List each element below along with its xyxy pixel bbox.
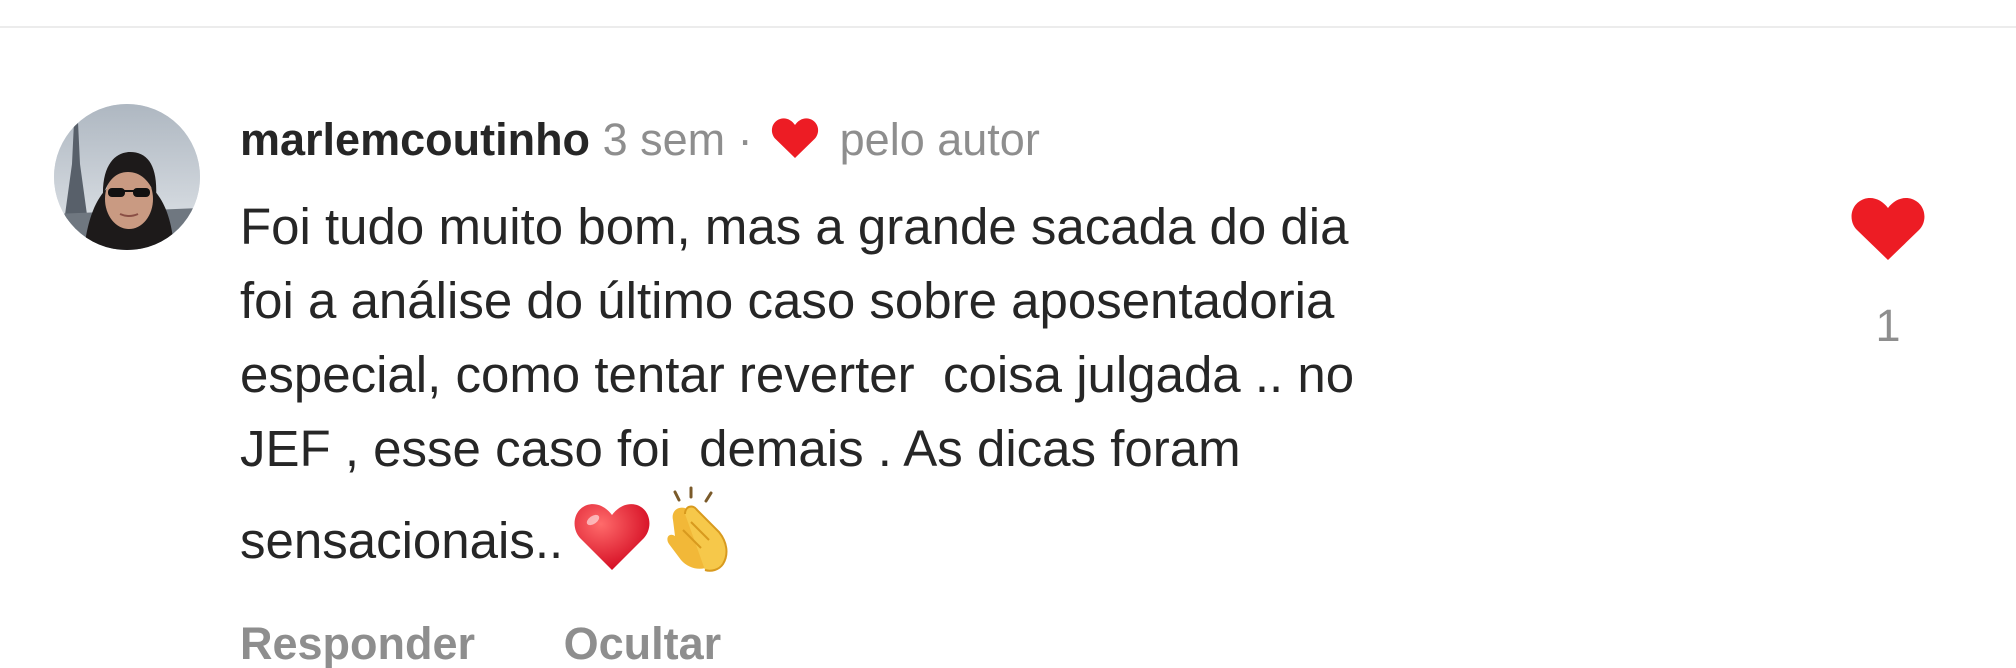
comment-text: Foi tudo muito bom, mas a grande sacada … (240, 190, 1720, 592)
red-heart-emoji-icon (573, 500, 651, 592)
avatar[interactable] (54, 104, 200, 250)
like-button[interactable] (1850, 196, 1926, 262)
username[interactable]: marlemcoutinho (240, 114, 590, 165)
comment-text-line: especial, como tentar reverter coisa jul… (240, 346, 1355, 403)
comment-text-line: JEF , esse caso foi demais . As dicas fo… (240, 420, 1241, 477)
top-divider (0, 26, 2016, 28)
clapping-hands-emoji-icon (661, 486, 735, 592)
liked-by-author-label: pelo autor (839, 114, 1040, 165)
heart-icon (1851, 198, 1925, 260)
comment-meta: marlemcoutinho 3 sem · pelo autor (240, 108, 1740, 172)
like-count: 1 (1875, 300, 1901, 351)
comment-actions: Responder Ocultar (240, 618, 1740, 668)
comment-text-last-line: sensacionais.. (240, 486, 1720, 592)
comment-text-line: Foi tudo muito bom, mas a grande sacada … (240, 198, 1349, 255)
meta-separator: · (737, 114, 753, 165)
reply-button[interactable]: Responder (240, 618, 475, 668)
comment-text-line: foi a análise do último caso sobre apose… (240, 272, 1335, 329)
comment-time: 3 sem (602, 114, 726, 165)
hide-button[interactable]: Ocultar (564, 618, 722, 668)
comment: marlemcoutinho 3 sem · pelo autor Foi tu… (240, 108, 1740, 668)
comment-screen: marlemcoutinho 3 sem · pelo autor Foi tu… (0, 0, 2016, 668)
avatar-image (54, 104, 200, 250)
heart-icon (771, 112, 819, 176)
comment-text-line: sensacionais.. (240, 512, 564, 569)
